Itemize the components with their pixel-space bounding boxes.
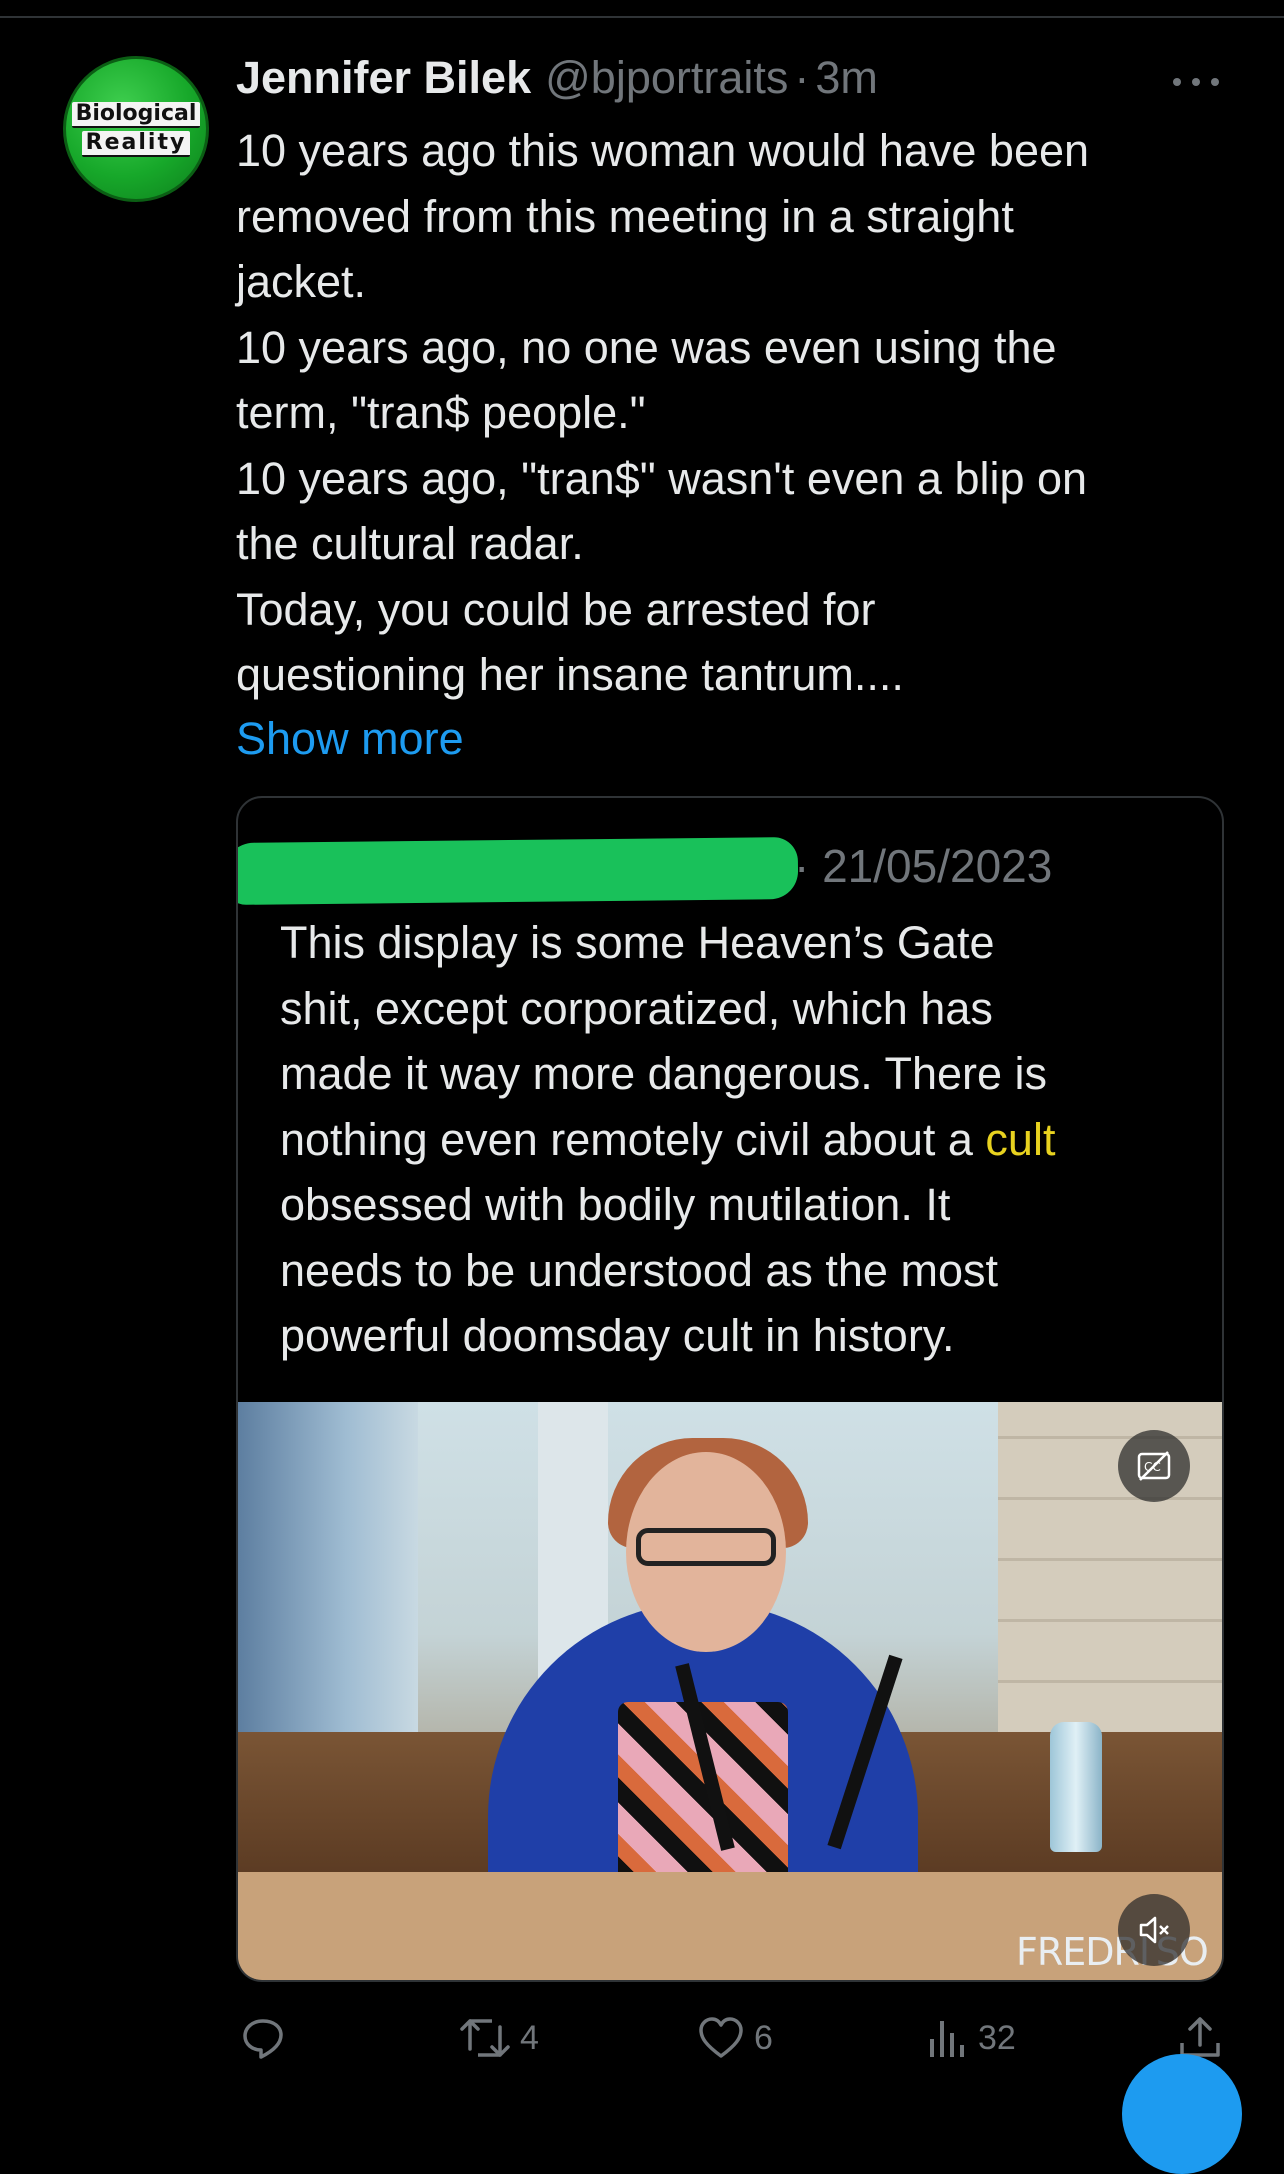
views-button[interactable]: 32	[926, 2010, 1016, 2066]
reply-icon	[243, 2019, 283, 2059]
quote-line-text: nothing even remotely civil about a	[280, 1113, 986, 1165]
tweet-body: 10 years ago this woman would have been …	[236, 118, 1236, 708]
tweet-action-bar: 4 6 32	[236, 2010, 1226, 2066]
mute-toggle-button[interactable]	[1118, 1894, 1190, 1966]
closed-captions-button[interactable]: CC	[1118, 1430, 1190, 1502]
tweet-line: Today, you could be arrested for	[236, 583, 876, 635]
quoted-tweet-card[interactable]: · 21/05/2023 This display is some Heaven…	[236, 796, 1224, 1982]
top-divider	[0, 16, 1284, 18]
reply-button[interactable]	[238, 2010, 296, 2066]
tweet-line: 10 years ago, "tran$" wasn't even a blip…	[236, 452, 1088, 504]
retweet-count: 4	[520, 2018, 539, 2057]
like-count: 6	[754, 2018, 773, 2057]
tweet-line: the cultural radar.	[236, 518, 584, 569]
tweet-line: 10 years ago, no one was even using the	[236, 321, 1057, 373]
tweet-line: removed from this meeting in a straight	[236, 190, 1014, 242]
quoted-tweet-date: · 21/05/2023	[794, 840, 1053, 892]
more-options-icon[interactable]	[1173, 72, 1219, 92]
avatar-logo-text-2: Reality	[81, 130, 191, 157]
separator-dot: ·	[794, 52, 810, 103]
quoted-tweet-text: This display is some Heaven’s Gate shit,…	[280, 910, 1210, 1369]
author-handle[interactable]: @bjportraits	[545, 52, 788, 104]
redacted-author-mark	[238, 836, 799, 906]
video-scene-glasses	[636, 1528, 776, 1566]
views-bar-chart-icon	[930, 2021, 964, 2057]
closed-captions-icon: CC	[1137, 1451, 1171, 1481]
muted-speaker-icon	[1139, 1916, 1169, 1944]
author-name[interactable]: Jennifer Bilek	[236, 52, 531, 104]
author-avatar[interactable]: Biological Reality	[63, 56, 209, 202]
avatar-logo-text-1: Biological	[71, 101, 201, 128]
views-count: 32	[978, 2018, 1016, 2057]
video-player[interactable]: FREDRI SO CC	[238, 1402, 1222, 1980]
compose-fab-button[interactable]	[1122, 2054, 1242, 2174]
highlighted-word: cult	[985, 1113, 1056, 1165]
tweet-line: jacket.	[236, 256, 367, 307]
quote-line: made it way more dangerous. There is	[280, 1048, 1048, 1099]
quote-line: nothing even remotely civil about a cult	[280, 1107, 1210, 1173]
tweet-header: Jennifer Bilek @bjportraits · 3m	[236, 52, 878, 112]
quote-line: needs to be understood as the most	[280, 1244, 998, 1296]
quote-line: This display is some Heaven’s Gate	[280, 917, 995, 968]
quote-line: obsessed with bodily mutilation. It	[280, 1179, 951, 1230]
tweet-line: term, "tran$ people."	[236, 387, 646, 438]
tweet-timestamp[interactable]: 3m	[815, 52, 878, 104]
retweet-icon	[460, 2019, 510, 2057]
quote-line: shit, except corporatized, which has	[280, 982, 993, 1034]
tweet-line: 10 years ago this woman would have been	[236, 125, 1090, 176]
video-scene-bottle	[1050, 1722, 1102, 1852]
retweet-button[interactable]: 4	[458, 2010, 539, 2066]
show-more-link[interactable]: Show more	[236, 706, 464, 771]
like-button[interactable]: 6	[696, 2010, 773, 2066]
quote-line: powerful doomsday cult in history.	[280, 1310, 955, 1361]
heart-icon	[699, 2017, 743, 2058]
tweet-line: questioning her insane tantrum....	[236, 649, 904, 700]
